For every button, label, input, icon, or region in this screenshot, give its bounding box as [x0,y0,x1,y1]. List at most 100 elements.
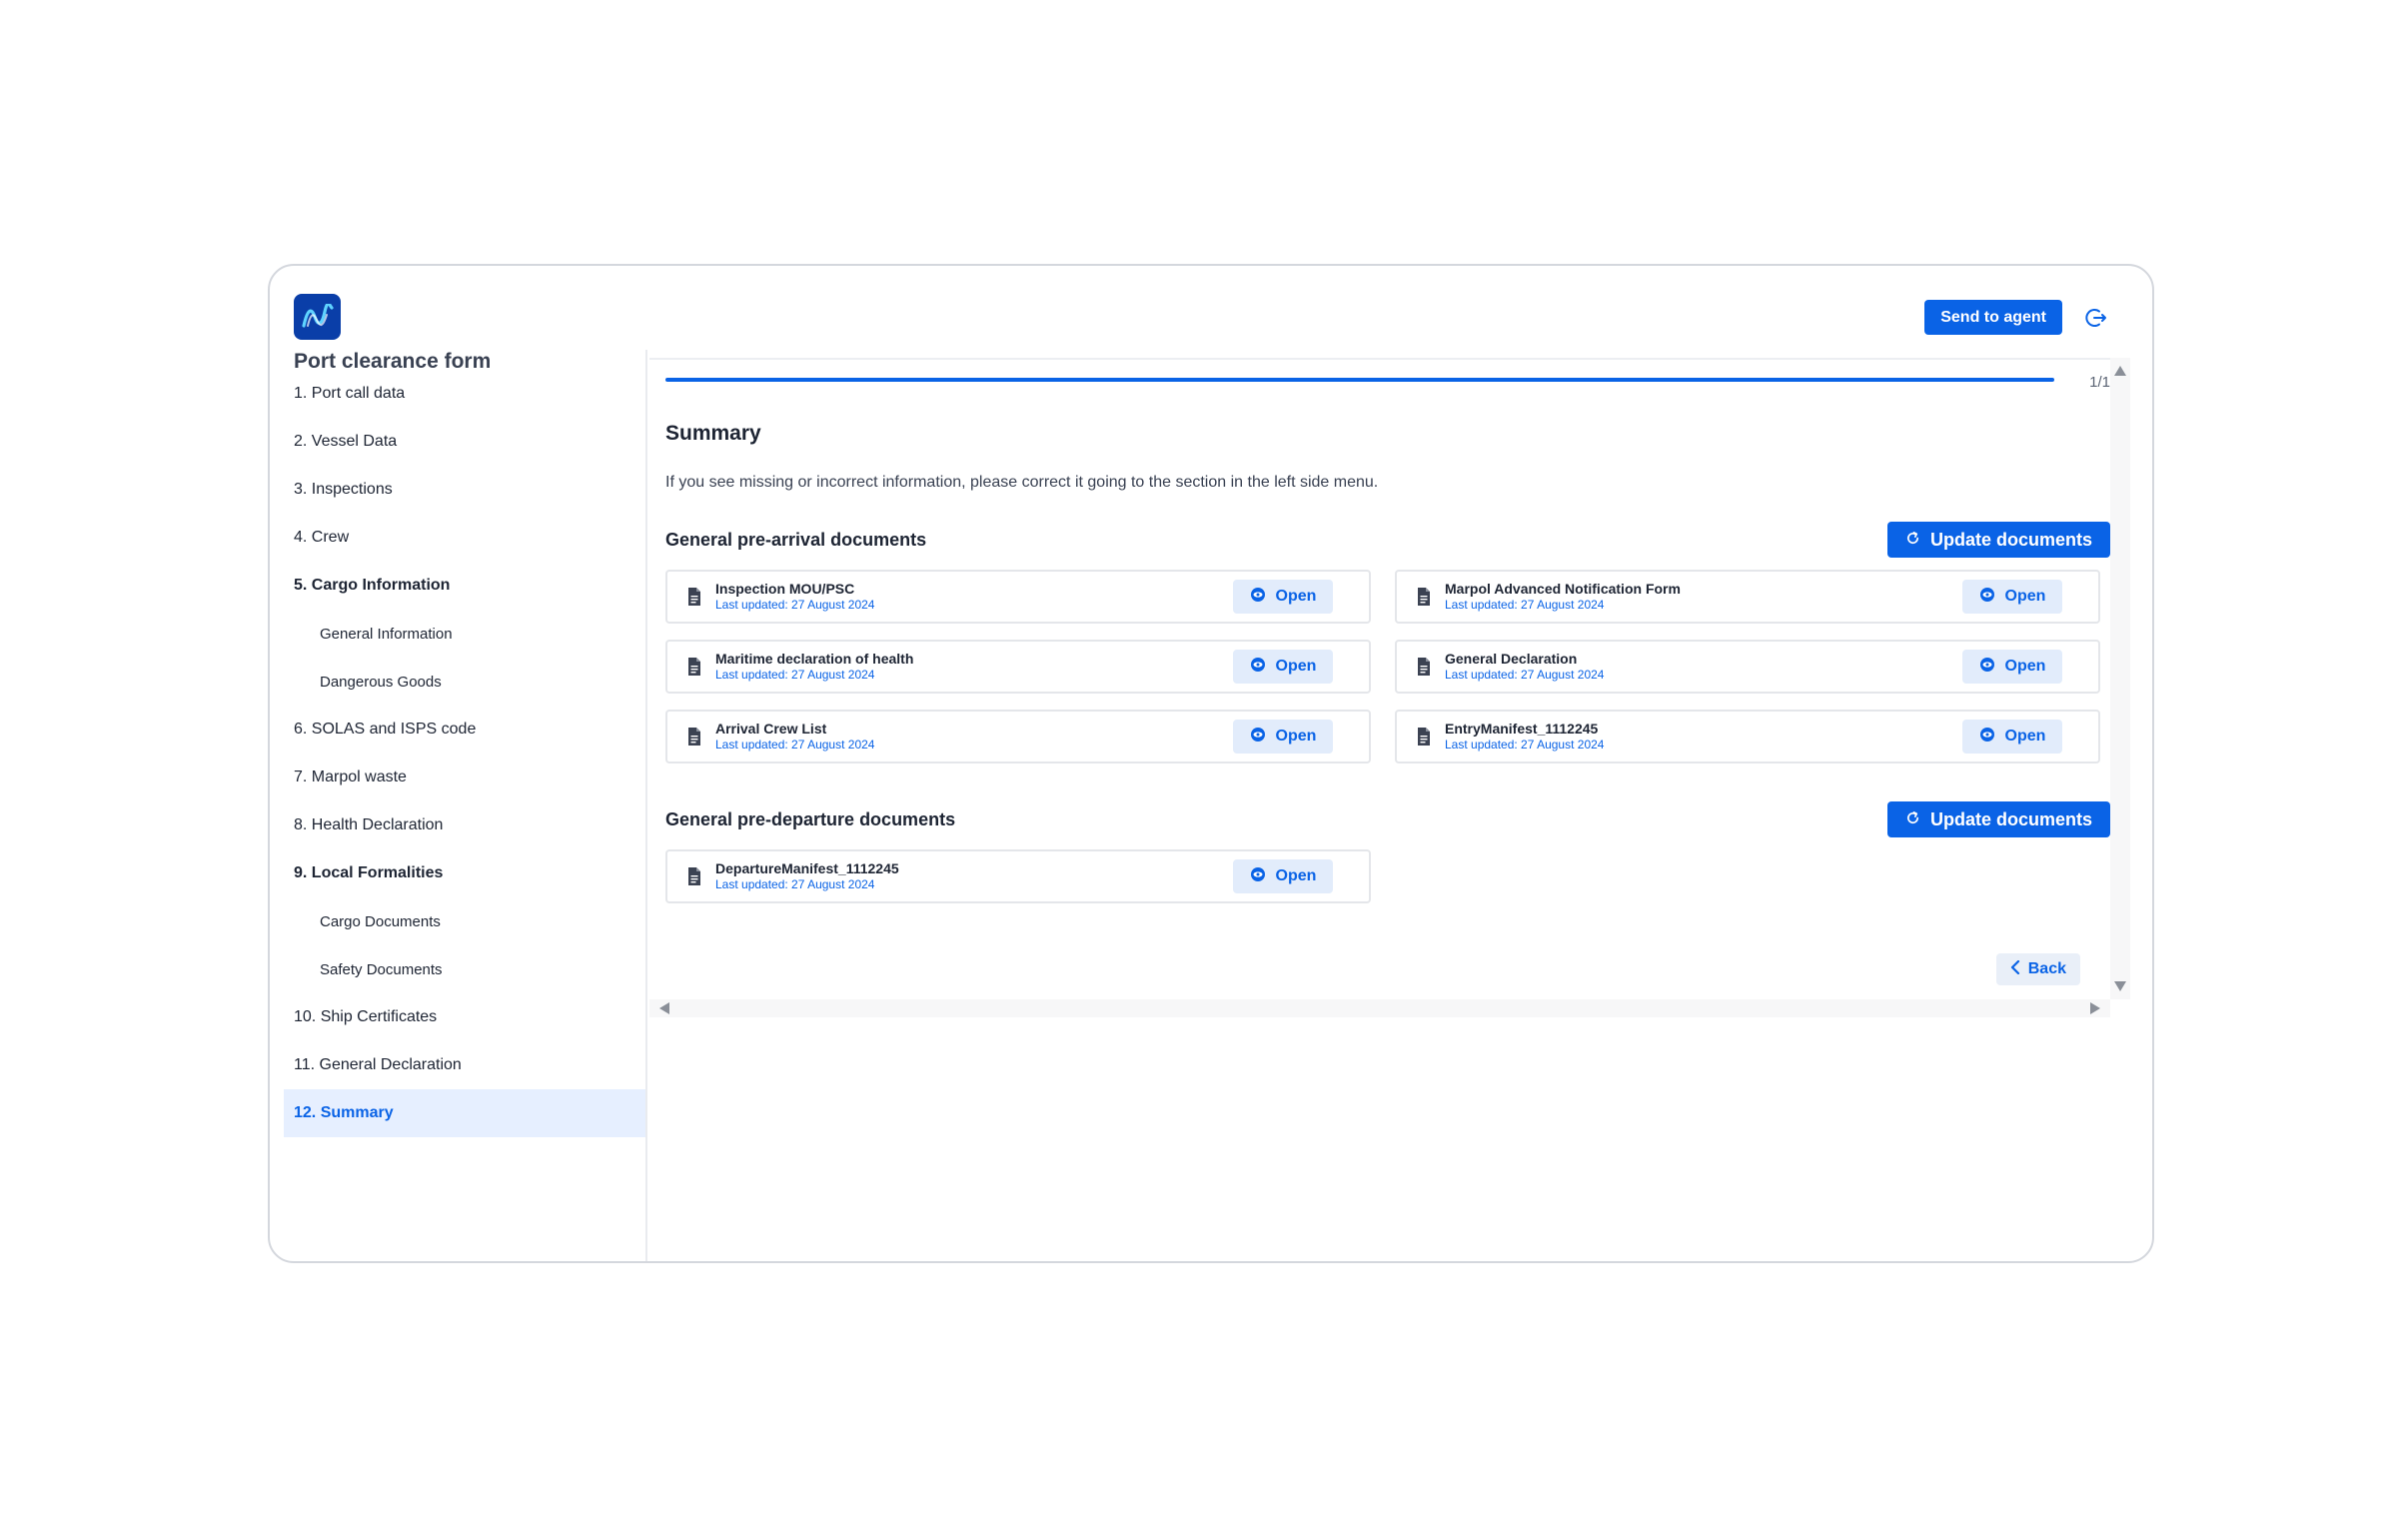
sidebar-item-label: Dangerous Goods [320,673,442,691]
document-name: Inspection MOU/PSC [715,581,855,598]
open-button-label: Open [1275,658,1317,675]
file-icon [1418,658,1430,676]
arrival-section-header: General pre-arrival documents Update doc… [665,522,2110,558]
eye-icon [1250,727,1266,748]
instructions-text: If you see missing or incorrect informat… [665,474,1379,491]
chevron-left-icon [2010,959,2020,979]
back-button-label: Back [2027,960,2066,977]
document-last-updated: Last updated: 27 August 2024 [1445,737,1605,752]
sidebar-item[interactable]: 8. Health Declaration [284,801,645,849]
arrival-documents-grid: Inspection MOU/PSC Last updated: 27 Augus… [665,570,2110,764]
sidebar-item[interactable]: 5. Cargo Information [284,562,645,610]
file-icon [688,867,700,885]
document-last-updated: Last updated: 27 August 2024 [715,597,875,612]
content-scroll-area: 1/1 Summary If you see missing or incorr… [649,358,2110,999]
sidebar-item-label: 12. Summary [294,1104,394,1121]
refresh-icon [1905,809,1920,830]
file-icon [688,588,700,606]
sidebar-item[interactable]: 1. Port call data [284,370,645,418]
sidebar-nav: 1. Port call data 2. Vessel Data 3. Inspec… [284,370,645,1137]
sidebar-item-label: 2. Vessel Data [294,433,398,450]
page-title: Summary [665,422,761,445]
sidebar-item[interactable]: 10. Ship Certificates [284,993,645,1041]
sidebar-item[interactable]: 11. General Declaration [284,1041,645,1089]
open-document-button[interactable]: Open [1233,720,1333,754]
document-name: EntryManifest_1112245 [1445,721,1599,738]
sidebar-item[interactable]: 7. Marpol waste [284,754,645,801]
document-card: DepartureManifest_1112245 Last updated: 2… [665,849,1371,903]
departure-section-header: General pre-departure documents Update d… [665,801,2110,837]
document-name: Maritime declaration of health [715,651,914,668]
document-last-updated: Last updated: 27 August 2024 [1445,667,1605,682]
eye-icon [1250,866,1266,887]
scroll-right-arrow-icon[interactable] [2090,1002,2100,1014]
sidebar-item-label: General Information [320,625,453,643]
sidebar-item-label: 4. Crew [294,529,350,546]
sidebar-item[interactable]: General Information [284,610,645,658]
sidebar-item-label: 6. SOLAS and ISPS code [294,721,477,738]
document-last-updated: Last updated: 27 August 2024 [715,737,875,752]
eye-icon [1979,657,1995,678]
wave-logo-icon [294,294,341,340]
scroll-down-arrow-icon[interactable] [2114,981,2126,991]
sidebar: Port clearance form 1. Port call data 2. … [270,350,647,1261]
document-last-updated: Last updated: 27 August 2024 [1445,597,1605,612]
open-document-button[interactable]: Open [1233,580,1333,614]
scroll-left-arrow-icon[interactable] [659,1002,669,1014]
document-name: Marpol Advanced Notification Form [1445,581,1681,598]
page-count: 1/1 [2089,374,2110,391]
open-button-label: Open [1275,728,1317,745]
file-icon [1418,728,1430,746]
logout-icon[interactable] [2084,306,2108,330]
sidebar-item[interactable]: 9. Local Formalities [284,849,645,897]
send-to-agent-button[interactable]: Send to agent [1924,300,2062,335]
update-arrival-documents-button[interactable]: Update documents [1886,522,2110,558]
document-card: General Declaration Last updated: 27 Augu… [1395,640,2100,694]
open-document-button[interactable]: Open [1962,650,2062,684]
eye-icon [1979,587,1995,608]
file-icon [688,728,700,746]
file-icon [688,658,700,676]
open-document-button[interactable]: Open [1962,580,2062,614]
document-name: Arrival Crew List [715,721,827,738]
sidebar-item[interactable]: 2. Vessel Data [284,418,645,466]
progress-bar [665,378,2054,382]
document-info: DepartureManifest_1112245 Last updated: 2… [715,860,1233,891]
scroll-up-arrow-icon[interactable] [2114,366,2126,376]
sidebar-item[interactable]: 4. Crew [284,514,645,562]
document-name: General Declaration [1445,651,1578,668]
sidebar-item-label: Safety Documents [320,960,443,978]
sidebar-item-label: 3. Inspections [294,481,393,498]
open-button-label: Open [2004,728,2046,745]
document-info: Maritime declaration of health Last updat… [715,651,1233,682]
open-button-label: Open [2004,658,2046,675]
main-content: 1/1 Summary If you see missing or incorr… [649,358,2130,1017]
document-info: EntryManifest_1112245 Last updated: 27 Au… [1445,721,1962,752]
open-document-button[interactable]: Open [1233,859,1333,893]
document-card: Marpol Advanced Notification Form Last up… [1395,570,2100,624]
document-info: Inspection MOU/PSC Last updated: 27 Augus… [715,581,1233,612]
sidebar-item-label: 9. Local Formalities [294,864,444,881]
document-card: Maritime declaration of health Last updat… [665,640,1371,694]
sidebar-item-label: 5. Cargo Information [294,577,451,594]
back-button[interactable]: Back [1995,953,2080,985]
update-departure-documents-button[interactable]: Update documents [1886,801,2110,837]
open-document-button[interactable]: Open [1962,720,2062,754]
sidebar-item[interactable]: Dangerous Goods [284,658,645,706]
eye-icon [1979,727,1995,748]
horizontal-scrollbar[interactable] [649,999,2110,1017]
vertical-scrollbar[interactable] [2110,358,2130,999]
arrival-section-title: General pre-arrival documents [665,529,927,550]
sidebar-item[interactable]: Safety Documents [284,945,645,993]
sidebar-item-label: 11. General Declaration [294,1056,462,1073]
open-button-label: Open [1275,588,1317,605]
sidebar-item-label: Cargo Documents [320,912,441,930]
sidebar-item[interactable]: 3. Inspections [284,466,645,514]
departure-documents-grid: DepartureManifest_1112245 Last updated: 2… [665,849,2110,903]
sidebar-item[interactable]: 6. SOLAS and ISPS code [284,706,645,754]
sidebar-item[interactable]: 12. Summary [284,1089,645,1137]
sidebar-item[interactable]: Cargo Documents [284,897,645,945]
open-document-button[interactable]: Open [1233,650,1333,684]
document-name: DepartureManifest_1112245 [715,860,899,877]
app-window: Send to agent Port clearance form 1. Por… [268,264,2154,1263]
